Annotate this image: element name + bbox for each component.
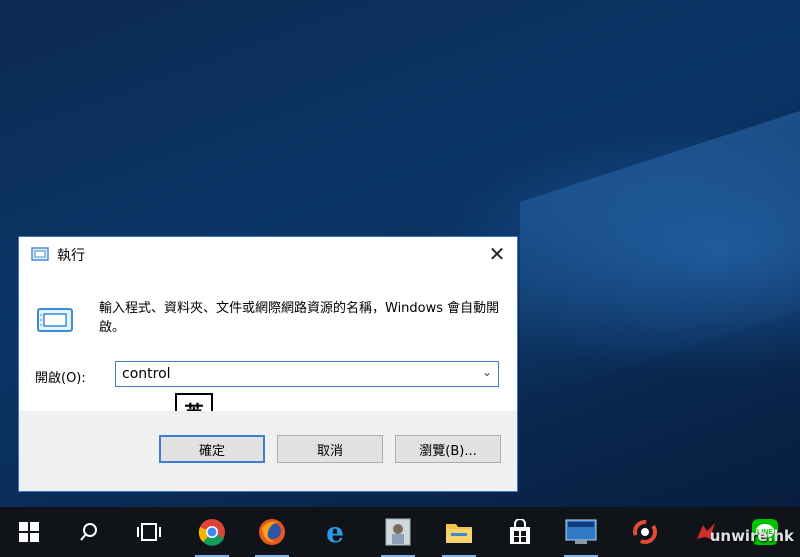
- file-explorer-icon: [446, 524, 472, 543]
- windows-start-icon: [19, 522, 39, 542]
- cancel-button[interactable]: 取消: [277, 435, 383, 463]
- start-button[interactable]: [6, 507, 52, 557]
- dialog-title: 執行: [57, 248, 85, 264]
- run-app-icon: [31, 247, 49, 261]
- app-portrait-icon: [385, 518, 411, 546]
- dialog-footer: 確定 取消 瀏覽(B)...: [19, 411, 517, 491]
- task-view-button[interactable]: [126, 507, 172, 557]
- browse-button[interactable]: 瀏覽(B)...: [395, 435, 501, 463]
- run-dialog: 執行 ✕ 輸入程式、資料夾、文件或網際網路資源的名稱，Windows 會自動開啟…: [18, 236, 518, 492]
- firefox-icon: [259, 519, 285, 545]
- dialog-description: 輸入程式、資料夾、文件或網際網路資源的名稱，Windows 會自動開啟。: [99, 301, 500, 335]
- ok-button[interactable]: 確定: [159, 435, 265, 463]
- close-button[interactable]: ✕: [477, 237, 517, 271]
- internet-explorer-icon: e: [326, 515, 344, 549]
- title-bar[interactable]: 執行 ✕: [19, 237, 517, 271]
- chevron-down-icon[interactable]: ⌄: [482, 365, 492, 379]
- taskbar-chrome[interactable]: [189, 507, 235, 557]
- watermark: unwire.hk: [709, 527, 794, 545]
- taskbar-app-circle[interactable]: [622, 507, 668, 557]
- run-program-icon: [37, 308, 73, 332]
- taskbar: e LINE: [0, 507, 800, 557]
- chrome-icon: [198, 519, 225, 546]
- taskbar-file-explorer[interactable]: [436, 507, 482, 557]
- open-input[interactable]: control ⌄: [115, 361, 499, 387]
- taskbar-firefox[interactable]: [249, 507, 295, 557]
- close-icon: ✕: [488, 242, 506, 266]
- store-icon: [510, 519, 530, 544]
- taskbar-ie[interactable]: e: [312, 507, 358, 557]
- open-input-value: control: [122, 366, 171, 382]
- app-circle-icon: [633, 520, 657, 544]
- taskbar-app-portrait[interactable]: [375, 507, 421, 557]
- open-label: 開啟(O):: [35, 371, 86, 386]
- taskbar-lenovo[interactable]: [558, 507, 604, 557]
- task-view-icon: [137, 523, 161, 541]
- search-icon: [80, 523, 97, 541]
- desktop-light-beam: [520, 98, 800, 402]
- search-button[interactable]: [66, 507, 112, 557]
- lenovo-icon: [565, 519, 597, 544]
- taskbar-store[interactable]: [497, 507, 543, 557]
